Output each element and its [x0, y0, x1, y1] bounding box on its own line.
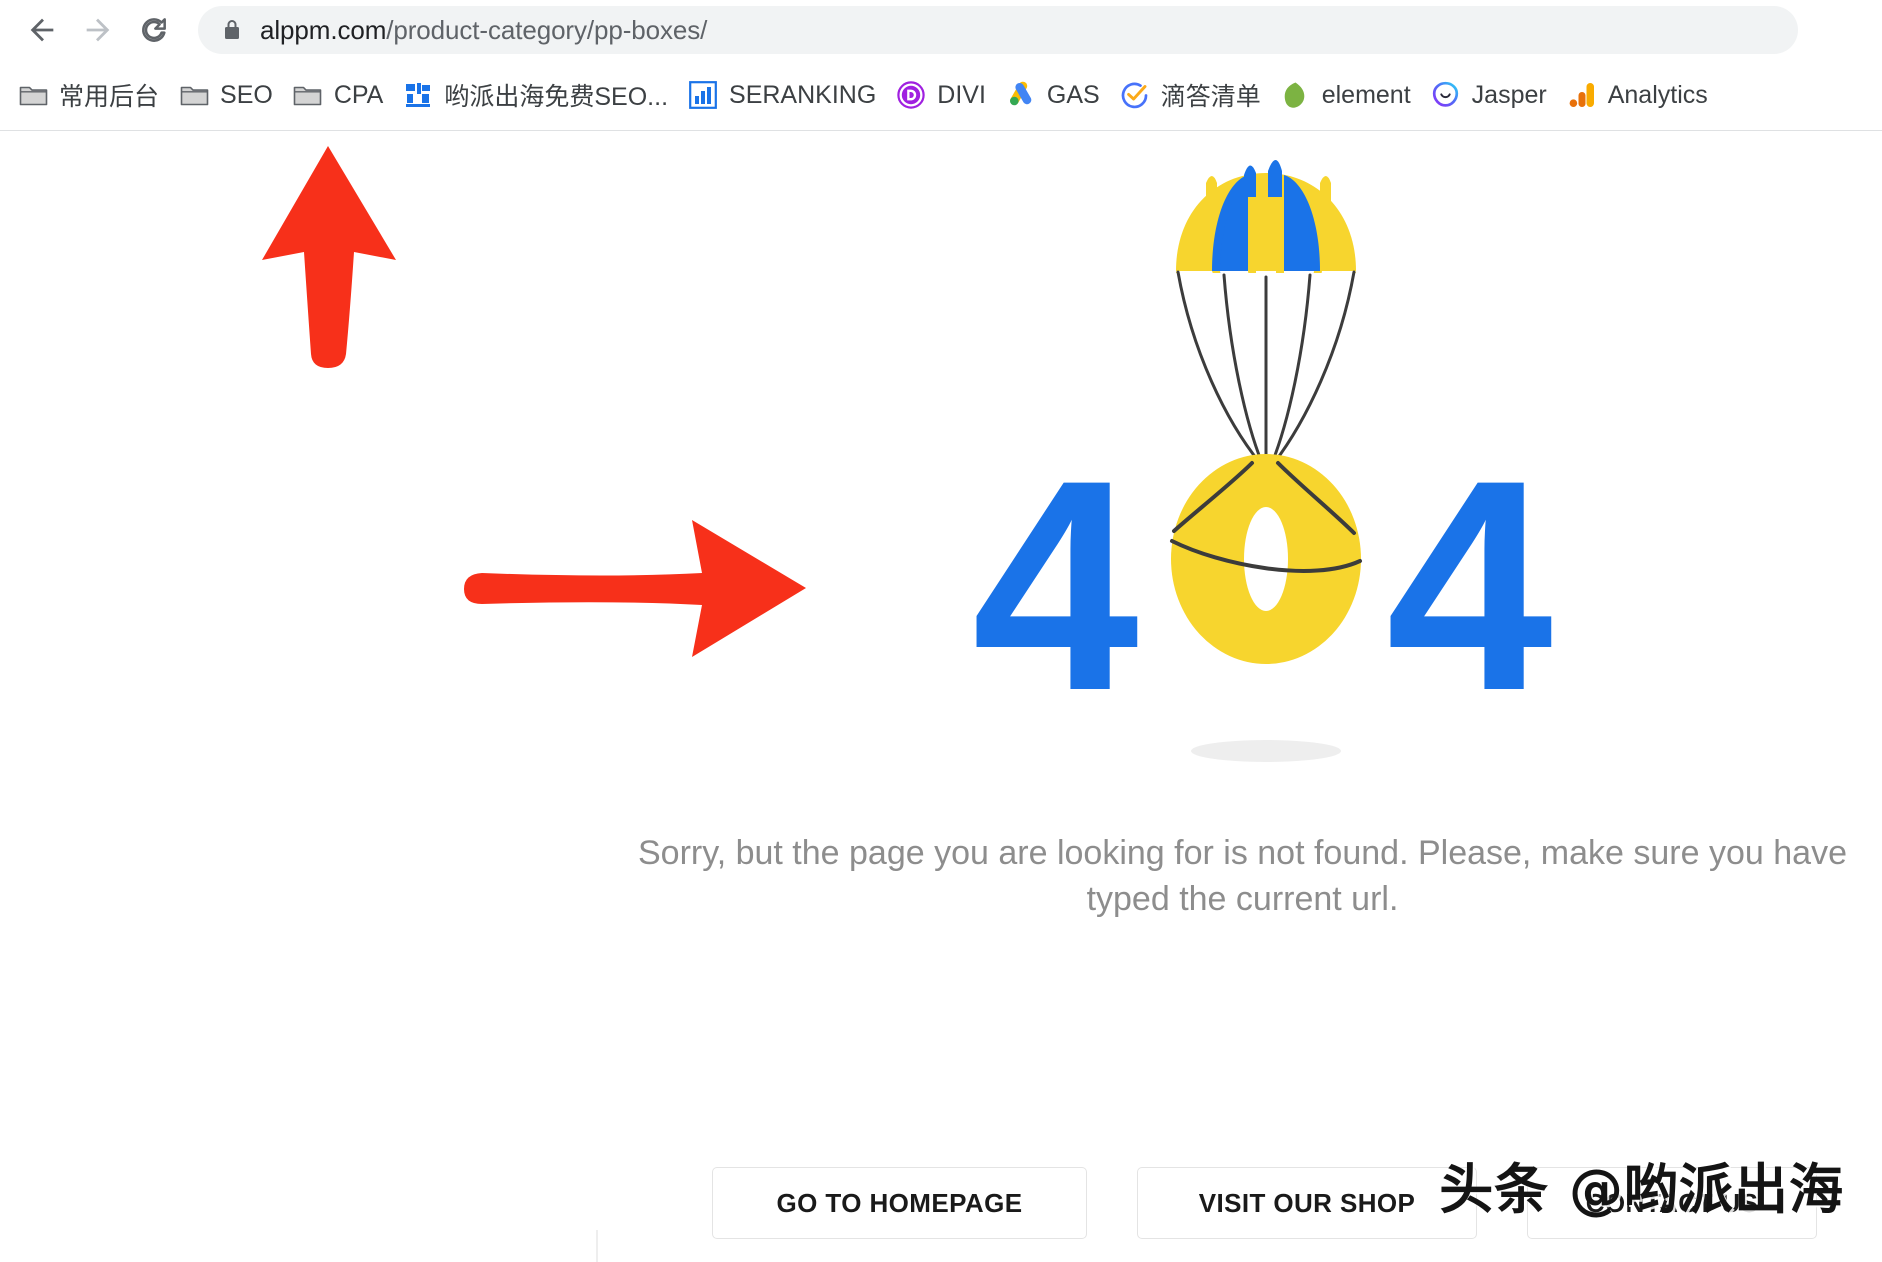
digit-four-left: 4: [972, 417, 1141, 753]
bookmark-label: 常用后台: [59, 83, 160, 111]
bookmark-label: Analytics: [1607, 80, 1708, 109]
bookmark-jasper[interactable]: Jasper: [1421, 73, 1557, 117]
parachute-404-illustration: 4 4: [948, 141, 1588, 801]
bookmark-label: element: [1321, 80, 1411, 109]
forward-arrow-icon: [86, 18, 110, 42]
yopai-icon: [403, 80, 433, 110]
bookmark-label: CPA: [333, 80, 384, 109]
folder-icon: [179, 80, 209, 110]
bookmark-yopai-seo[interactable]: 哟派出海免费SEO...: [393, 73, 678, 117]
bookmark-label: GAS: [1046, 80, 1100, 109]
folder-icon: [293, 80, 323, 110]
bookmark-label: SERANKING: [729, 80, 877, 109]
bookmark-label: 哟派出海免费SEO...: [444, 83, 669, 111]
bookmark-divi[interactable]: DIVI: [886, 73, 996, 117]
bookmark-folder-seo[interactable]: SEO: [169, 73, 283, 117]
red-up-arrow: [258, 142, 398, 377]
page-hairline: [596, 1230, 598, 1262]
google-ads-icon: [1006, 80, 1036, 110]
bookmark-analytics[interactable]: Analytics: [1557, 73, 1718, 117]
ticktick-icon: [1120, 80, 1150, 110]
go-to-homepage-button[interactable]: GO TO HOMEPAGE: [712, 1167, 1087, 1239]
reload-icon: [142, 18, 166, 42]
bookmark-label: 滴答清单: [1160, 83, 1261, 111]
back-button[interactable]: [14, 2, 70, 58]
address-bar[interactable]: alppm.com/product-category/pp-boxes/: [198, 6, 1798, 54]
google-analytics-icon: [1567, 80, 1597, 110]
bookmark-element[interactable]: element: [1271, 73, 1421, 117]
browser-toolbar: alppm.com/product-category/pp-boxes/: [0, 0, 1882, 60]
browser-chrome: alppm.com/product-category/pp-boxes/ 常用后…: [0, 0, 1882, 131]
visit-our-shop-button[interactable]: VISIT OUR SHOP: [1137, 1167, 1477, 1239]
bookmark-seranking[interactable]: SERANKING: [678, 73, 886, 117]
bookmarks-bar: 常用后台 SEO CPA 哟派出海免费SEO... SERANKING DIVI…: [0, 60, 1882, 130]
element-leaf-icon: [1281, 80, 1311, 110]
jasper-icon: [1431, 80, 1461, 110]
page-content: 4 4 Sorry, but the page you are looking …: [0, 131, 1882, 1262]
digit-four-right: 4: [1386, 417, 1555, 753]
ground-shadow: [1191, 740, 1341, 762]
reload-button[interactable]: [126, 2, 182, 58]
bookmark-label: DIVI: [937, 80, 986, 109]
url-path: /product-category/pp-boxes/: [386, 14, 708, 45]
folder-icon: [18, 80, 48, 110]
not-found-message: Sorry, but the page you are looking for …: [638, 834, 1847, 918]
lock-icon: [225, 20, 239, 39]
bookmark-folder-cpa[interactable]: CPA: [283, 73, 394, 117]
red-right-arrow: [460, 516, 810, 666]
digit-zero: [1171, 454, 1361, 664]
bookmark-label: SEO: [220, 80, 273, 109]
forward-button[interactable]: [70, 2, 126, 58]
watermark: 头条 @哟派出海: [1439, 1158, 1844, 1221]
bookmark-ticktick[interactable]: 滴答清单: [1110, 73, 1271, 117]
url-text: alppm.com/product-category/pp-boxes/: [260, 15, 707, 46]
url-host: alppm.com: [260, 14, 387, 45]
bookmark-folder-changyonghoutai[interactable]: 常用后台: [8, 73, 169, 117]
seranking-icon: [688, 80, 718, 110]
back-arrow-icon: [30, 18, 54, 42]
bookmark-gas[interactable]: GAS: [996, 73, 1110, 117]
bookmark-label: Jasper: [1471, 80, 1547, 109]
divi-icon: [896, 80, 926, 110]
